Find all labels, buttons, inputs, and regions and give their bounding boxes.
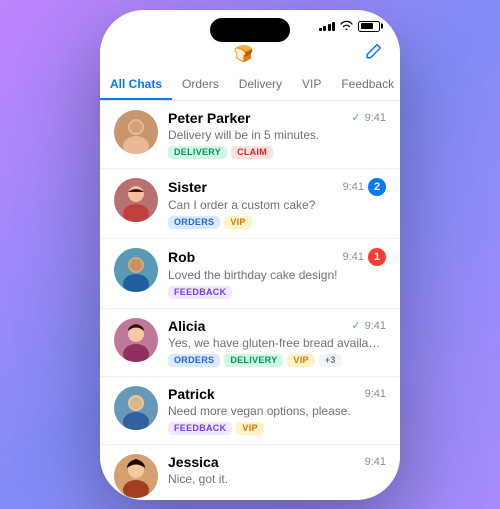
tag-orders-sister: ORDERS: [168, 216, 220, 229]
tab-orders[interactable]: Orders: [172, 70, 229, 100]
read-check-peter: ✓: [351, 111, 360, 124]
chat-item-rob[interactable]: Rob 9:41 1 Loved the birthday cake design! F…: [100, 239, 400, 309]
chat-header-sister: Sister 9:41 2: [168, 178, 386, 196]
chat-content-alicia: Alicia ✓ 9:41 Yes, we have gluten-free brea…: [168, 318, 386, 367]
chat-item-patrick[interactable]: Patrick 9:41 Need more vegan options, plea…: [100, 377, 400, 445]
chat-content-sister: Sister 9:41 2 Can I order a custom cake? ORD…: [168, 178, 386, 229]
tag-claim-peter: CLAIM: [231, 146, 273, 159]
tag-feedback-patrick: FEEDBACK: [168, 422, 232, 435]
chat-preview-peter: Delivery will be in 5 minutes.: [168, 128, 386, 142]
chat-time-area-peter: ✓ 9:41: [351, 111, 386, 124]
chat-time-jessica: 9:41: [365, 456, 386, 468]
chat-name-sister: Sister: [168, 179, 207, 195]
chat-item-peter[interactable]: Peter Parker ✓ 9:41 Delivery will be in 5 m…: [100, 101, 400, 169]
chat-preview-rob: Loved the birthday cake design!: [168, 268, 386, 282]
tag-delivery-peter: DELIVERY: [168, 146, 227, 159]
signal-bars-icon: [319, 21, 336, 31]
avatar-sister: [114, 178, 158, 222]
chat-content-rob: Rob 9:41 1 Loved the birthday cake design! F…: [168, 248, 386, 299]
tag-orders-alicia: ORDERS: [168, 354, 220, 367]
tag-feedback-rob: FEEDBACK: [168, 286, 232, 299]
unread-badge-sister: 2: [368, 178, 386, 196]
battery-icon: [358, 21, 380, 32]
chat-name-rob: Rob: [168, 249, 195, 265]
tab-feedback[interactable]: Feedback: [331, 70, 400, 100]
tags-row-alicia: ORDERS DELIVERY VIP +3: [168, 354, 386, 367]
tags-row-sister: ORDERS VIP: [168, 216, 386, 229]
unread-badge-rob: 1: [368, 248, 386, 266]
chat-time-area-alicia: ✓ 9:41: [351, 319, 386, 332]
chat-time-rob: 9:41: [343, 251, 364, 263]
chat-item-alicia[interactable]: Alicia ✓ 9:41 Yes, we have gluten-free brea…: [100, 309, 400, 377]
title-emoji: 🍞: [234, 44, 254, 64]
chat-header-peter: Peter Parker ✓ 9:41: [168, 110, 386, 126]
chat-name-alicia: Alicia: [168, 318, 205, 334]
chat-time-area-patrick: 9:41: [365, 388, 386, 400]
chat-item-sister[interactable]: Sister 9:41 2 Can I order a custom cake? ORD…: [100, 169, 400, 239]
chat-header-patrick: Patrick 9:41: [168, 386, 386, 402]
dynamic-island: [210, 18, 290, 42]
chat-preview-jessica: Nice, got it.: [168, 472, 386, 486]
chat-item-jessica[interactable]: Jessica 9:41 Nice, got it.: [100, 445, 400, 500]
tag-more-alicia: +3: [319, 354, 342, 367]
chat-name-jessica: Jessica: [168, 454, 219, 470]
avatar-patrick: [114, 386, 158, 430]
chat-preview-sister: Can I order a custom cake?: [168, 198, 386, 212]
tag-vip-sister: VIP: [224, 216, 251, 229]
chat-time-area-jessica: 9:41: [365, 456, 386, 468]
avatar-rob: [114, 248, 158, 292]
tabs-bar: All Chats Orders Delivery VIP Feedback: [100, 70, 400, 101]
avatar-jessica: [114, 454, 158, 498]
chat-header-rob: Rob 9:41 1: [168, 248, 386, 266]
tags-row-peter: DELIVERY CLAIM: [168, 146, 386, 159]
chat-preview-patrick: Need more vegan options, please.: [168, 404, 386, 418]
tags-row-patrick: FEEDBACK VIP: [168, 422, 386, 435]
chat-time-alicia: 9:41: [365, 320, 386, 332]
chat-time-area-rob: 9:41 1: [343, 248, 386, 266]
chat-content-peter: Peter Parker ✓ 9:41 Delivery will be in 5 m…: [168, 110, 386, 159]
wifi-icon: [340, 20, 353, 33]
tab-vip[interactable]: VIP: [292, 70, 331, 100]
chat-time-area-sister: 9:41 2: [343, 178, 386, 196]
compose-button[interactable]: [364, 43, 382, 66]
tag-vip-alicia: VIP: [287, 354, 314, 367]
chat-time-sister: 9:41: [343, 181, 364, 193]
status-icons: [319, 20, 381, 33]
chat-content-patrick: Patrick 9:41 Need more vegan options, plea…: [168, 386, 386, 435]
chat-content-jessica: Jessica 9:41 Nice, got it.: [168, 454, 386, 490]
tab-all-chats[interactable]: All Chats: [100, 70, 172, 100]
tags-row-rob: FEEDBACK: [168, 286, 386, 299]
chat-time-peter: 9:41: [365, 112, 386, 124]
chat-name-peter: Peter Parker: [168, 110, 251, 126]
avatar-alicia: [114, 318, 158, 362]
chat-name-patrick: Patrick: [168, 386, 215, 402]
tag-delivery-alicia: DELIVERY: [224, 354, 283, 367]
chat-list: Peter Parker ✓ 9:41 Delivery will be in 5 m…: [100, 101, 400, 500]
chat-time-patrick: 9:41: [365, 388, 386, 400]
phone-frame: 🍞 All Chats Orders Delivery VIP Feedback…: [100, 10, 400, 500]
read-check-alicia: ✓: [351, 319, 360, 332]
nav-title-area: 🍞: [229, 44, 254, 64]
avatar-peter: [114, 110, 158, 154]
chat-preview-alicia: Yes, we have gluten-free bread available…: [168, 336, 386, 350]
tab-delivery[interactable]: Delivery: [229, 70, 292, 100]
chat-header-alicia: Alicia ✓ 9:41: [168, 318, 386, 334]
tag-vip-patrick: VIP: [236, 422, 263, 435]
chat-header-jessica: Jessica 9:41: [168, 454, 386, 470]
